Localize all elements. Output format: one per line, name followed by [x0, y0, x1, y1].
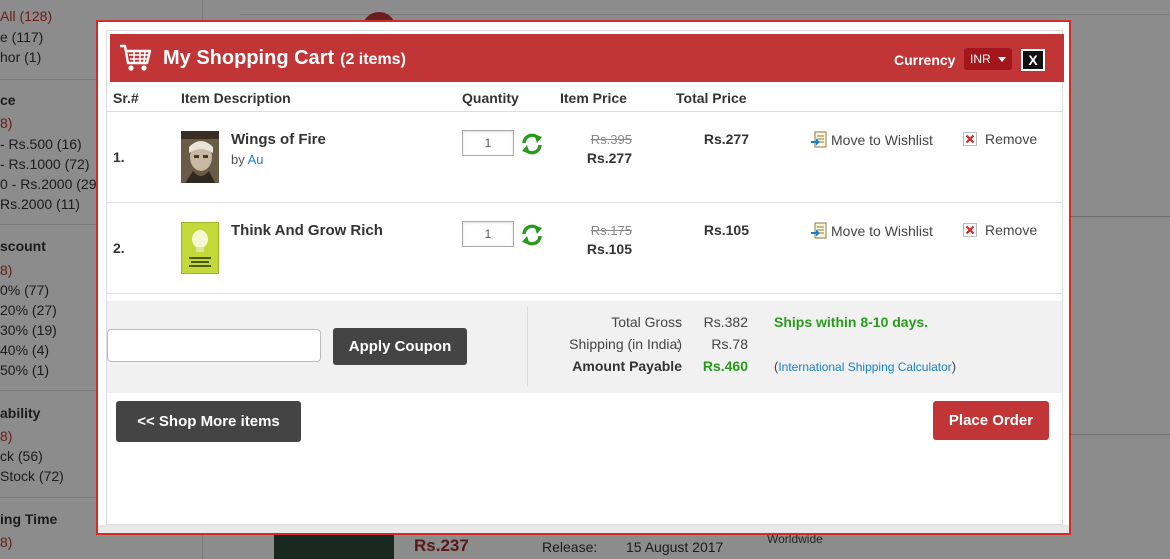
column-header-total-price: Total Price: [676, 90, 747, 106]
cart-modal: My Shopping Cart (2 items) Currency INR X…: [96, 20, 1071, 535]
refresh-icon[interactable]: [520, 223, 544, 247]
cart-summary: Apply Coupon Total Gross : Rs.382 Shippi…: [107, 301, 1062, 393]
column-header-sr: Sr.#: [113, 90, 139, 106]
shipping-value: Rs.78: [711, 336, 748, 352]
wishlist-icon: [811, 222, 827, 239]
wishlist-label: Move to Wishlist: [831, 132, 933, 148]
cart-item-row: 1. Wings of Fire by Au 1 Rs.395 Rs.277 R…: [107, 112, 1062, 202]
colon: :: [676, 336, 680, 352]
item-title[interactable]: Wings of Fire: [231, 131, 326, 148]
cart-title: My Shopping Cart (2 items): [163, 47, 406, 70]
book-cover-image[interactable]: [181, 222, 219, 274]
wishlist-label: Move to Wishlist: [831, 223, 933, 239]
divider: [527, 306, 528, 386]
line-total: Rs.105: [703, 222, 749, 238]
apply-coupon-button[interactable]: Apply Coupon: [333, 328, 467, 365]
remove-label: Remove: [985, 222, 1038, 238]
shipping-label: Shipping (in India): [569, 336, 682, 352]
wishlist-icon: [811, 131, 827, 148]
move-to-wishlist-link[interactable]: Move to Wishlist: [811, 222, 933, 239]
amount-payable-value: Rs.460: [702, 358, 748, 374]
intl-shipping-calculator: (International Shipping Calculator): [774, 359, 956, 374]
column-header-item-price: Item Price: [560, 90, 627, 106]
original-price: Rs.175: [590, 223, 632, 238]
item-title[interactable]: Think And Grow Rich: [231, 222, 383, 239]
shop-more-items-button[interactable]: << Shop More items: [116, 401, 301, 442]
shopping-cart-icon: [120, 44, 152, 71]
divider: [107, 293, 1062, 294]
author-link[interactable]: Au: [248, 152, 264, 167]
cart-item-row: 2. Think And Grow Rich 1 Rs.175 Rs.105 R…: [107, 203, 1062, 293]
colon: :: [676, 314, 680, 330]
quantity-input[interactable]: 1: [462, 130, 514, 156]
total-gross-value: Rs.382: [703, 314, 748, 330]
item-serial: 2.: [113, 240, 125, 256]
remove-link[interactable]: Remove: [963, 131, 1037, 147]
cart-title-text: My Shopping Cart: [163, 47, 335, 69]
shipping-time-note: Ships within 8-10 days.: [774, 314, 929, 330]
by-label: by: [231, 152, 245, 167]
close-button[interactable]: X: [1021, 49, 1045, 71]
item-author-line: by Au: [231, 152, 264, 167]
quantity-input[interactable]: 1: [462, 221, 514, 247]
discounted-price: Rs.277: [586, 150, 632, 166]
currency-select[interactable]: INR: [964, 48, 1012, 70]
book-cover-image[interactable]: [181, 131, 219, 183]
amount-payable-label: Amount Payable: [572, 358, 682, 374]
line-total: Rs.277: [703, 131, 749, 147]
move-to-wishlist-link[interactable]: Move to Wishlist: [811, 131, 933, 148]
currency-value: INR: [970, 52, 991, 66]
place-order-button[interactable]: Place Order: [933, 401, 1049, 440]
remove-link[interactable]: Remove: [963, 222, 1037, 238]
original-price: Rs.395: [590, 132, 632, 147]
remove-icon: [963, 223, 977, 237]
chevron-down-icon: [998, 57, 1006, 62]
column-header-description: Item Description: [181, 90, 291, 106]
column-header-quantity: Quantity: [462, 90, 519, 106]
total-gross-label: Total Gross: [611, 314, 682, 330]
discounted-price: Rs.105: [586, 241, 632, 257]
modal-footer-strip: [98, 525, 1069, 533]
cart-header: My Shopping Cart (2 items) Currency INR X: [110, 34, 1064, 82]
paren-close: ): [951, 359, 957, 374]
remove-label: Remove: [985, 131, 1038, 147]
currency-label: Currency: [894, 52, 956, 68]
cart-panel: My Shopping Cart (2 items) Currency INR X…: [106, 30, 1064, 525]
intl-shipping-calculator-link[interactable]: International Shipping Calculator: [778, 360, 951, 374]
remove-icon: [963, 132, 977, 146]
refresh-icon[interactable]: [520, 132, 544, 156]
colon: :: [676, 358, 680, 374]
cart-item-count: (2 items): [340, 51, 406, 68]
item-serial: 1.: [113, 149, 125, 165]
coupon-input[interactable]: [107, 329, 321, 362]
